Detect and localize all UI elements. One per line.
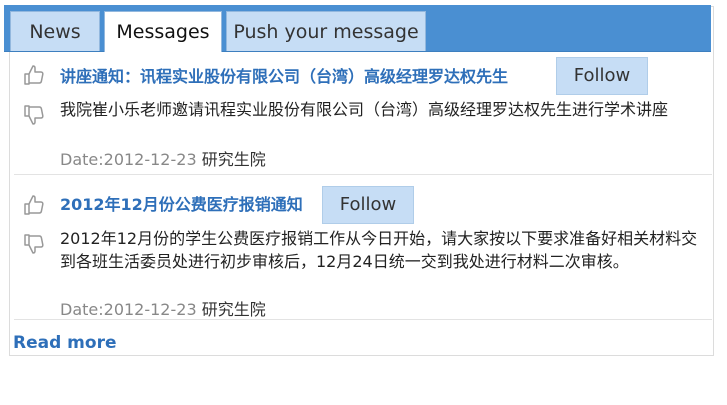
divider — [14, 319, 712, 320]
follow-button[interactable]: Follow — [322, 186, 414, 224]
follow-button[interactable]: Follow — [556, 57, 648, 95]
message-body: 2012年12月份的学生公费医疗报销工作从今日开始，请大家按以下要求准备好相关材… — [60, 229, 698, 271]
thumbs-up-icon[interactable] — [22, 193, 46, 217]
message-source: 研究生院 — [201, 150, 266, 169]
message-title[interactable]: 讲座通知：讯程实业股份有限公司（台湾）高级经理罗达权先生 — [60, 66, 508, 88]
message-date: Date:2012-12-23 — [60, 300, 197, 319]
message-title[interactable]: 2012年12月份公费医疗报销通知 — [60, 194, 303, 216]
message-meta: Date:2012-12-23 研究生院 — [60, 296, 266, 320]
tab-news[interactable]: News — [10, 11, 100, 51]
message-source: 研究生院 — [201, 300, 266, 319]
message-body: 我院崔小乐老师邀请讯程实业股份有限公司（台湾）高级经理罗达权先生进行学术讲座 — [60, 100, 669, 119]
read-more-link[interactable]: Read more — [13, 333, 117, 353]
message-date: Date:2012-12-23 — [60, 150, 197, 169]
message-meta: Date:2012-12-23 研究生院 — [60, 146, 266, 170]
thumbs-down-icon[interactable] — [22, 232, 46, 256]
divider — [14, 174, 712, 175]
thumbs-up-icon[interactable] — [22, 63, 46, 87]
tab-bar: News Messages Push your message — [4, 5, 711, 52]
message-item: 讲座通知：讯程实业股份有限公司（台湾）高级经理罗达权先生 Follow 我院崔小… — [14, 56, 712, 175]
tab-messages[interactable]: Messages — [104, 11, 222, 52]
thumbs-down-icon[interactable] — [22, 103, 46, 127]
tab-push-your-message[interactable]: Push your message — [226, 11, 426, 51]
message-item: 2012年12月份公费医疗报销通知 Follow 2012年12月份的学生公费医… — [14, 184, 712, 320]
